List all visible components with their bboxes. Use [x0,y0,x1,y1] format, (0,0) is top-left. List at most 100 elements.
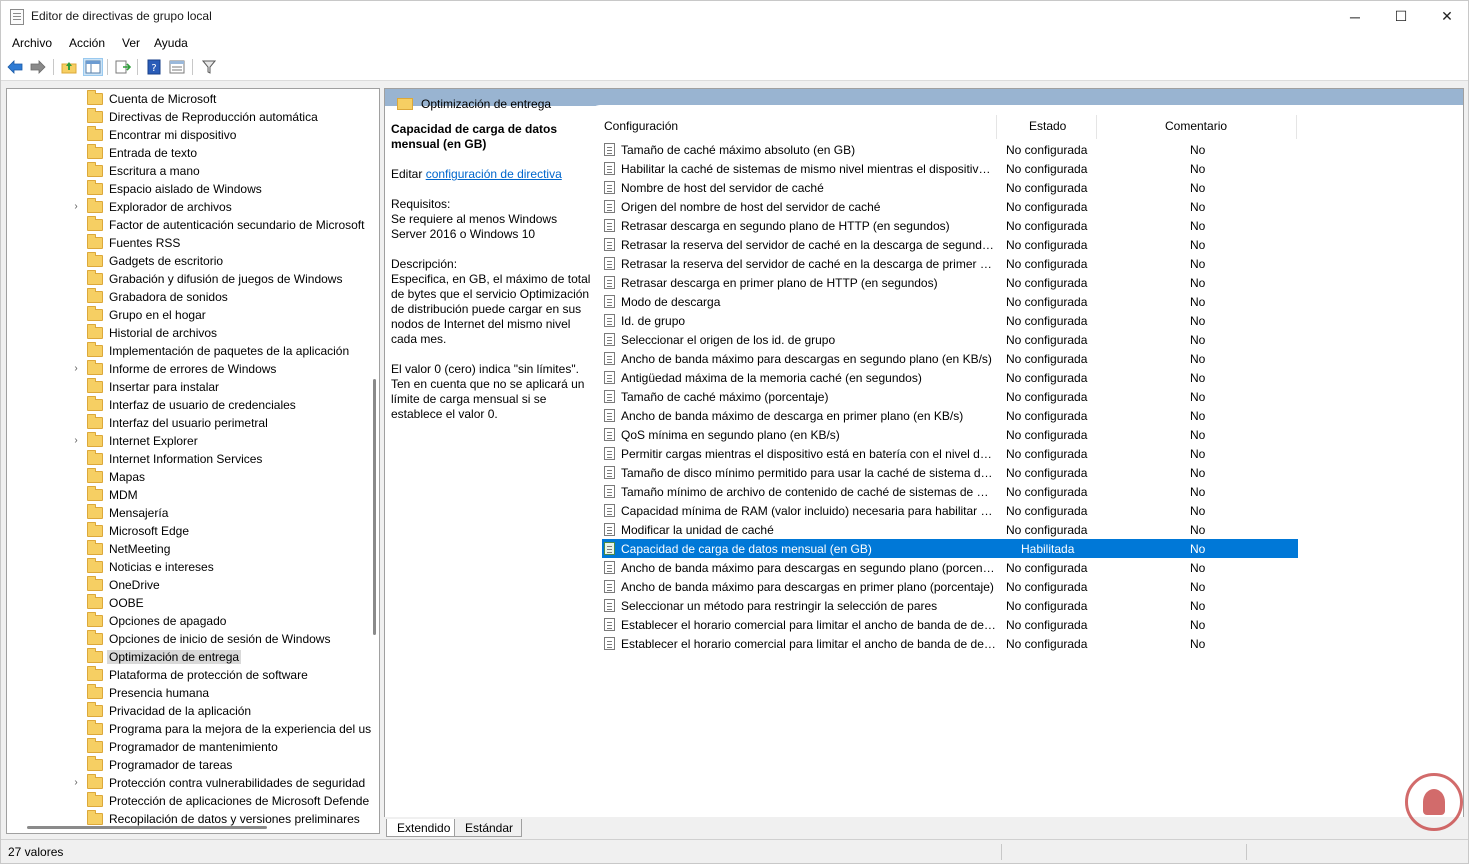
close-button[interactable]: ✕ [1424,1,1469,32]
tree-item[interactable]: Internet Information Services [7,450,379,468]
tree-item[interactable]: Privacidad de la aplicación [7,702,379,720]
tree-item[interactable]: OOBE [7,594,379,612]
policy-row[interactable]: Nombre de host del servidor de caché No c… [602,178,1298,197]
edit-policy-link[interactable]: configuración de directiva [426,167,562,181]
chevron-right-icon[interactable]: › [71,777,81,788]
tree-item[interactable]: Opciones de inicio de sesión de Windows [7,630,379,648]
policy-row[interactable]: Retrasar descarga en segundo plano de HT… [602,216,1298,235]
tree-item[interactable]: Opciones de apagado [7,612,379,630]
tab-estandar[interactable]: Estándar [454,819,523,837]
menu-ayuda[interactable]: Ayuda [154,36,188,50]
policy-row[interactable]: Ancho de banda máximo de descarga en pri… [602,406,1298,425]
tree-item[interactable]: › Explorador de archivos [7,198,379,216]
policy-row[interactable]: Id. de grupo No configurada No [602,311,1298,330]
chevron-right-icon[interactable]: › [71,201,81,212]
tree-item[interactable]: Interfaz del usuario perimetral [7,414,379,432]
tree-item[interactable]: Entrada de texto [7,144,379,162]
policy-row[interactable]: Ancho de banda máximo para descargas en … [602,577,1298,596]
tree-item[interactable]: Directivas de Reproducción automática [7,108,379,126]
tree-item[interactable]: Plataforma de protección de software [7,666,379,684]
menu-archivo[interactable]: Archivo [12,36,52,50]
chevron-right-icon[interactable]: › [71,363,81,374]
tree-item[interactable]: Implementación de paquetes de la aplicac… [7,342,379,360]
chevron-right-icon[interactable]: › [71,435,81,446]
column-header-state[interactable]: Estado [1029,119,1066,141]
policy-row[interactable]: Permitir cargas mientras el dispositivo … [602,444,1298,463]
filter-icon[interactable] [199,58,219,76]
tree-item[interactable]: Microsoft Edge [7,522,379,540]
tree-item[interactable]: Gadgets de escritorio [7,252,379,270]
policy-row[interactable]: Capacidad de carga de datos mensual (en … [602,539,1298,558]
menu-ver[interactable]: Ver [122,36,140,50]
tree-item[interactable]: Presencia humana [7,684,379,702]
menu-accion[interactable]: Acción [69,36,105,50]
policy-row[interactable]: Capacidad mínima de RAM (valor incluido)… [602,501,1298,520]
properties-view-icon[interactable] [167,58,187,76]
policy-row[interactable]: Tamaño de disco mínimo permitido para us… [602,463,1298,482]
folder-up-icon[interactable] [59,58,79,76]
tree-item[interactable]: NetMeeting [7,540,379,558]
policy-name: Habilitar la caché de sistemas de mismo … [621,162,996,176]
tree-item[interactable]: Grabadora de sonidos [7,288,379,306]
tree-item[interactable]: Grupo en el hogar [7,306,379,324]
tree-item[interactable]: OneDrive [7,576,379,594]
tree-item[interactable]: Programador de mantenimiento [7,738,379,756]
tree-item[interactable]: MDM [7,486,379,504]
policy-row[interactable]: Antigüedad máxima de la memoria caché (e… [602,368,1298,387]
policy-row[interactable]: Retrasar descarga en primer plano de HTT… [602,273,1298,292]
policy-row[interactable]: Tamaño de caché máximo absoluto (en GB) N… [602,140,1298,159]
policy-row[interactable]: Ancho de banda máximo para descargas en … [602,558,1298,577]
tree-item[interactable]: Espacio aislado de Windows [7,180,379,198]
tree-item[interactable]: Programa para la mejora de la experienci… [7,720,379,738]
policy-row[interactable]: Retrasar la reserva del servidor de cach… [602,254,1298,273]
tree-item[interactable]: Interfaz de usuario de credenciales [7,396,379,414]
tree-item[interactable]: Recopilación de datos y versiones prelim… [7,810,379,828]
tree-item[interactable]: Factor de autenticación secundario de Mi… [7,216,379,234]
tab-extendido[interactable]: Extendido [386,819,460,837]
policy-row[interactable]: Establecer el horario comercial para lim… [602,615,1298,634]
policy-row[interactable]: QoS mínima en segundo plano (en KB/s) No … [602,425,1298,444]
show-hide-tree-icon[interactable] [83,58,103,76]
tree-item[interactable]: Mapas [7,468,379,486]
tree-item[interactable]: › Internet Explorer [7,432,379,450]
forward-arrow-icon[interactable] [28,58,48,76]
tree-item[interactable]: Fuentes RSS [7,234,379,252]
back-arrow-icon[interactable] [5,58,25,76]
tree-item[interactable]: › Protección contra vulnerabilidades de s… [7,774,379,792]
tree-item[interactable]: Optimización de entrega [7,648,379,666]
tree-item[interactable]: Insertar para instalar [7,378,379,396]
policy-name: Modificar la unidad de caché [621,523,774,537]
policy-row[interactable]: Habilitar la caché de sistemas de mismo … [602,159,1298,178]
policy-row[interactable]: Seleccionar un método para restringir la… [602,596,1298,615]
policy-row[interactable]: Origen del nombre de host del servidor d… [602,197,1298,216]
column-header-comment[interactable]: Comentario [1165,119,1227,141]
policy-tree[interactable]: Cuenta de Microsoft Directivas de Reprodu… [6,88,380,834]
tree-item[interactable]: Protección de aplicaciones de Microsoft … [7,792,379,810]
policy-row[interactable]: Retrasar la reserva del servidor de cach… [602,235,1298,254]
export-list-icon[interactable] [113,58,133,76]
policy-row[interactable]: Modificar la unidad de caché No configura… [602,520,1298,539]
tree-item[interactable]: Noticias e intereses [7,558,379,576]
policy-row[interactable]: Seleccionar el origen de los id. de grup… [602,330,1298,349]
policy-row[interactable]: Tamaño mínimo de archivo de contenido de… [602,482,1298,501]
column-divider[interactable] [1296,115,1297,139]
column-divider[interactable] [996,115,997,139]
column-divider[interactable] [1096,115,1097,139]
tree-item[interactable]: Escritura a mano [7,162,379,180]
tree-item[interactable]: › Informe de errores de Windows [7,360,379,378]
column-header-config[interactable]: Configuración [604,119,678,141]
tree-item[interactable]: Cuenta de Microsoft [7,90,379,108]
tree-item[interactable]: Grabación y difusión de juegos de Window… [7,270,379,288]
tree-item[interactable]: Programador de tareas [7,756,379,774]
tree-item[interactable]: Historial de archivos [7,324,379,342]
policy-row[interactable]: Ancho de banda máximo para descargas en … [602,349,1298,368]
help-icon[interactable]: ? [144,58,164,76]
maximize-button[interactable]: ☐ [1378,1,1424,32]
policy-row[interactable]: Modo de descarga No configurada No [602,292,1298,311]
minimize-button[interactable]: ─ [1332,1,1378,32]
policy-row[interactable]: Tamaño de caché máximo (porcentaje) No co… [602,387,1298,406]
policy-row[interactable]: Establecer el horario comercial para lim… [602,634,1298,653]
tree-item[interactable]: Mensajería [7,504,379,522]
folder-icon [87,288,103,303]
tree-item[interactable]: Encontrar mi dispositivo [7,126,379,144]
